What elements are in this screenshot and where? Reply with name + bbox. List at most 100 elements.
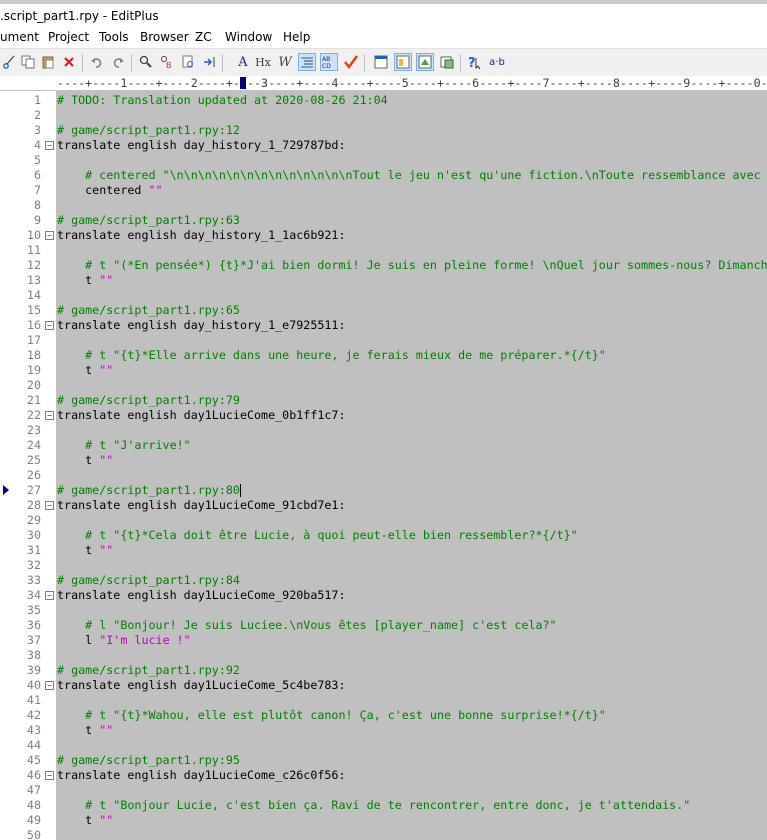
fold-toggle-icon[interactable]: − — [45, 411, 54, 420]
code-line[interactable]: 27 # game/script_part1.rpy:80 — [0, 483, 767, 498]
output-window-icon[interactable] — [394, 53, 412, 71]
code-line[interactable]: 46− translate english day1LucieCome_c26c0… — [0, 768, 767, 783]
fold-toggle-icon[interactable]: − — [45, 591, 54, 600]
code-segment: # game/script_part1.rpy:65 — [57, 303, 240, 317]
code-line[interactable]: 8 — [0, 198, 767, 213]
code-line[interactable]: 37 l "I'm lucie !" — [0, 633, 767, 648]
code-line[interactable]: 19 t "" — [0, 363, 767, 378]
code-line[interactable]: 16− translate english day_history_1_e7925… — [0, 318, 767, 333]
code-line[interactable]: 41 — [0, 693, 767, 708]
line-number: 13 — [26, 273, 41, 287]
code-line[interactable]: 14 — [0, 288, 767, 303]
delete-icon[interactable] — [60, 53, 78, 71]
code-segment: centered — [57, 183, 149, 197]
find-in-files-icon[interactable] — [179, 53, 197, 71]
column-ruler: ----+----1----+----2----+----3----+----4… — [0, 76, 767, 91]
code-line[interactable]: 50 — [0, 828, 767, 840]
code-line[interactable]: 9 # game/script_part1.rpy:63 — [0, 213, 767, 228]
menu-help[interactable]: Help — [283, 30, 310, 44]
code-line[interactable]: 43 t "" — [0, 723, 767, 738]
code-line[interactable]: 30 # t "{t}*Cela doit être Lucie, à quoi… — [0, 528, 767, 543]
code-line[interactable]: 22− translate english day1LucieCome_0b1ff… — [0, 408, 767, 423]
code-line[interactable]: 26 — [0, 468, 767, 483]
menu-window[interactable]: Window — [225, 30, 272, 44]
code-line[interactable]: 24 # t "J'arrive!" — [0, 438, 767, 453]
menu-document[interactable]: ument — [0, 30, 39, 44]
menu-zc[interactable]: ZC — [195, 30, 212, 44]
code-line[interactable]: 25 t "" — [0, 453, 767, 468]
cliptext-icon[interactable] — [438, 53, 456, 71]
hex-icon[interactable]: Hx — [254, 53, 272, 71]
check-icon[interactable] — [342, 53, 360, 71]
menu-browser[interactable]: Browser — [140, 30, 189, 44]
code-line[interactable]: 12 # t "(*En pensée*) {t}*J'ai bien dorm… — [0, 258, 767, 273]
line-number: 47 — [26, 783, 41, 797]
code-line[interactable]: 10− translate english day_history_1_1ac6b… — [0, 228, 767, 243]
code-line[interactable]: 21 # game/script_part1.rpy:79 — [0, 393, 767, 408]
code-line[interactable]: 36 # l "Bonjour! Je suis Luciee.\nVous ê… — [0, 618, 767, 633]
browser-icon[interactable] — [372, 53, 390, 71]
code-line[interactable]: 3 # game/script_part1.rpy:12 — [0, 123, 767, 138]
editor-pane[interactable]: 1 # TODO: Translation updated at 2020-08-… — [0, 91, 767, 840]
redo-icon[interactable] — [109, 53, 127, 71]
goto-icon[interactable] — [200, 53, 218, 71]
copy-icon[interactable] — [19, 53, 37, 71]
code-line[interactable]: 1 # TODO: Translation updated at 2020-08-… — [0, 93, 767, 108]
code-line[interactable]: 45 # game/script_part1.rpy:95 — [0, 753, 767, 768]
code-line[interactable]: 20 — [0, 378, 767, 393]
code-line[interactable]: 2 — [0, 108, 767, 123]
menu-project[interactable]: Project — [48, 30, 89, 44]
code-line[interactable]: 23 — [0, 423, 767, 438]
help-icon[interactable]: ? — [466, 53, 484, 71]
code-line[interactable]: 47 — [0, 783, 767, 798]
code-line[interactable]: 39 # game/script_part1.rpy:92 — [0, 663, 767, 678]
code-line[interactable]: 29 — [0, 513, 767, 528]
code-line[interactable]: 13 t "" — [0, 273, 767, 288]
comment-text: # centered "\n\n\n\n\n\n\n\n\n\n\n\n\nTo… — [57, 168, 767, 183]
fold-toggle-icon[interactable]: − — [45, 141, 54, 150]
line-number: 2 — [33, 108, 41, 122]
fold-toggle-icon[interactable]: − — [45, 321, 54, 330]
code-line[interactable]: 32 — [0, 558, 767, 573]
directory-icon[interactable] — [416, 53, 434, 71]
menu-tools[interactable]: Tools — [99, 30, 129, 44]
paste-icon[interactable] — [39, 53, 57, 71]
code-segment: # game/script_part1.rpy:12 — [57, 123, 240, 137]
find-icon[interactable] — [137, 53, 155, 71]
code-line[interactable]: 42 # t "{t}*Wahou, elle est plutôt canon… — [0, 708, 767, 723]
code-line[interactable]: 44 — [0, 738, 767, 753]
fold-toggle-icon[interactable]: − — [45, 231, 54, 240]
line-number: 25 — [26, 453, 41, 467]
scissors-icon[interactable] — [0, 53, 18, 71]
code-line[interactable]: 35 — [0, 603, 767, 618]
ab-icon[interactable]: a·b — [486, 53, 508, 71]
line-number: 17 — [26, 333, 41, 347]
code-line[interactable]: 34− translate english day1LucieCome_920ba… — [0, 588, 767, 603]
fold-toggle-icon[interactable]: − — [45, 681, 54, 690]
code-line[interactable]: 7 centered "" — [0, 183, 767, 198]
spell-abc-icon[interactable]: AB CD — [320, 53, 338, 71]
line-number-icon[interactable] — [298, 53, 316, 71]
code-line[interactable]: 6 # centered "\n\n\n\n\n\n\n\n\n\n\n\n\n… — [0, 168, 767, 183]
code-line[interactable]: 38 — [0, 648, 767, 663]
code-line[interactable]: 33 # game/script_part1.rpy:84 — [0, 573, 767, 588]
fold-toggle-icon[interactable]: − — [45, 501, 54, 510]
code-segment: translate english day_history_1_1ac6b921… — [57, 228, 346, 242]
code-line[interactable]: 28− translate english day1LucieCome_91cbd… — [0, 498, 767, 513]
undo-icon[interactable] — [88, 53, 106, 71]
string-literal: "" — [99, 813, 114, 827]
fold-toggle-icon[interactable]: − — [45, 771, 54, 780]
replace-icon[interactable]: B — [158, 53, 176, 71]
code-line[interactable]: 5 — [0, 153, 767, 168]
code-line[interactable]: 18 # t "{t}*Elle arrive dans une heure, … — [0, 348, 767, 363]
code-line[interactable]: 11 — [0, 243, 767, 258]
code-line[interactable]: 40− translate english day1LucieCome_5c4be… — [0, 678, 767, 693]
code-line[interactable]: 4− translate english day_history_1_729787… — [0, 138, 767, 153]
word-wrap-icon[interactable]: W — [276, 53, 294, 71]
code-line[interactable]: 31 t "" — [0, 543, 767, 558]
code-line[interactable]: 49 t "" — [0, 813, 767, 828]
code-line[interactable]: 48 # t "Bonjour Lucie, c'est bien ça. Ra… — [0, 798, 767, 813]
font-icon[interactable]: A — [234, 53, 252, 71]
code-line[interactable]: 17 — [0, 333, 767, 348]
code-line[interactable]: 15 # game/script_part1.rpy:65 — [0, 303, 767, 318]
